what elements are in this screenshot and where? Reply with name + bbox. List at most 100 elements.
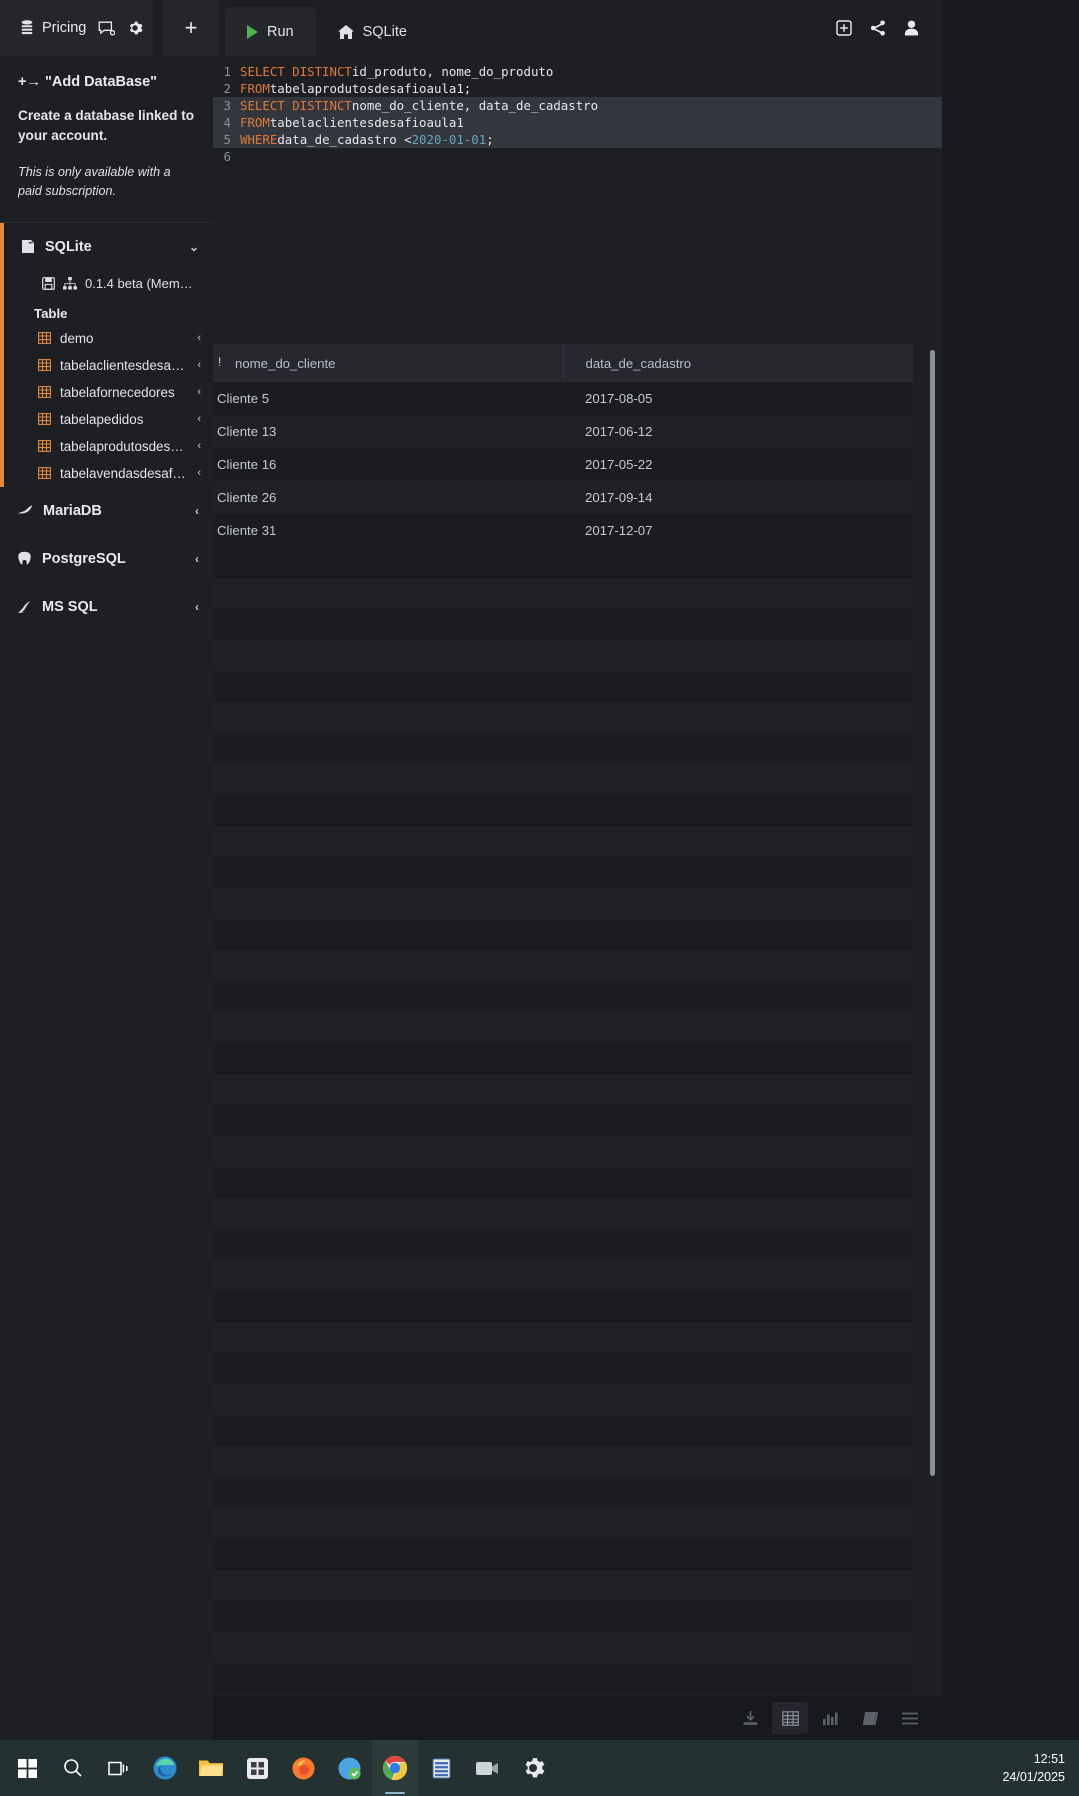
- sidebar-item-mariadb[interactable]: MariaDB ‹: [0, 487, 213, 535]
- chevron-left-icon[interactable]: ‹: [195, 600, 199, 614]
- column-label: nome_do_cliente: [235, 355, 336, 371]
- code-token-number: 2020-01-01: [411, 132, 487, 147]
- table-row[interactable]: Cliente 26 2017-09-14: [213, 481, 913, 514]
- pricing-link[interactable]: Pricing: [20, 20, 86, 36]
- column-header-nome-do-cliente[interactable]: ! nome_do_cliente: [213, 344, 563, 382]
- chart-view-icon[interactable]: [812, 1702, 848, 1734]
- column-header-data-de-cadastro[interactable]: data_de_cadastro: [562, 344, 913, 382]
- share-icon[interactable]: [870, 20, 886, 36]
- cell-empty: [563, 1229, 913, 1260]
- book-icon[interactable]: [852, 1702, 888, 1734]
- store-icon[interactable]: [234, 1740, 280, 1796]
- sidebar-item-mssql[interactable]: MS SQL ‹: [0, 583, 213, 631]
- table-row[interactable]: Cliente 13 2017-06-12: [213, 415, 913, 448]
- cell-empty: [563, 733, 913, 764]
- tab-run[interactable]: Run: [225, 7, 316, 56]
- code-line[interactable]: 3 SELECT DISTINCT nome_do_cliente, data_…: [213, 97, 942, 114]
- chat-icon[interactable]: [98, 21, 116, 36]
- cell-empty: [563, 919, 913, 950]
- taskbar-clock[interactable]: 12:51 24/01/2025: [1002, 1750, 1079, 1786]
- sync-icon[interactable]: [326, 1740, 372, 1796]
- sidebar-item-postgresql[interactable]: PostgreSQL ‹: [0, 535, 213, 583]
- chevron-left-icon[interactable]: ‹: [195, 552, 199, 566]
- cell-empty: [563, 1136, 913, 1167]
- table-icon: [38, 386, 51, 399]
- teams-icon[interactable]: [464, 1740, 510, 1796]
- add-database-label[interactable]: +→ "Add DataBase": [18, 74, 195, 90]
- cell-empty: [563, 1446, 913, 1477]
- cell-empty: [213, 795, 563, 826]
- sidebar-section-postgresql: PostgreSQL ‹: [0, 535, 213, 583]
- sidebar-item-sqlite[interactable]: SQLite ⌄: [4, 223, 213, 271]
- code-line[interactable]: 5 WHERE data_de_cadastro < 2020-01-01 ;: [213, 131, 942, 148]
- cell-empty: [213, 609, 563, 640]
- account-icon[interactable]: [904, 20, 919, 36]
- sidebar-table-demo[interactable]: demo ‹: [4, 325, 213, 352]
- search-icon[interactable]: [50, 1740, 96, 1796]
- table-group-label: Table: [34, 305, 68, 321]
- sidebar-table-tabelaprodutosdesafioaula1[interactable]: tabelaprodutosdesafioa… ‹: [4, 433, 213, 460]
- code-line[interactable]: 2 FROM tabelaprodutosdesafioaula1;: [213, 80, 942, 97]
- code-line[interactable]: 1 SELECT DISTINCT id_produto, nome_do_pr…: [213, 63, 942, 80]
- chevron-left-icon[interactable]: ‹: [195, 504, 199, 518]
- windows-start-icon[interactable]: [4, 1740, 50, 1796]
- settings-icon[interactable]: [510, 1740, 556, 1796]
- excel-icon[interactable]: [418, 1740, 464, 1796]
- sql-editor[interactable]: 1 SELECT DISTINCT id_produto, nome_do_pr…: [213, 56, 942, 231]
- sidebar-table-label: tabelaprodutosdesafioa…: [60, 438, 188, 454]
- code-token-keyword: FROM: [240, 81, 270, 96]
- sidebar-table-tabelafornecedores[interactable]: tabelafornecedores ‹: [4, 379, 213, 406]
- new-tab-button[interactable]: +: [163, 0, 219, 56]
- results-table: ! nome_do_cliente data_de_cadastro Client…: [213, 344, 913, 1694]
- gear-icon[interactable]: [127, 20, 143, 36]
- sidebar-table-label: tabelaclientesdesafioau…: [60, 357, 188, 373]
- sidebar-table-tabelavendasdesafioaula1[interactable]: tabelavendasdesafioaul… ‹: [4, 460, 213, 487]
- results-toolbar: [213, 1696, 942, 1740]
- code-token-keyword: SELECT DISTINCT: [240, 98, 352, 113]
- cell-empty: [563, 1291, 913, 1322]
- chrome-icon[interactable]: [372, 1740, 418, 1796]
- table-row[interactable]: Cliente 31 2017-12-07: [213, 514, 913, 547]
- task-view-icon[interactable]: [96, 1740, 142, 1796]
- chevron-left-icon[interactable]: ‹: [197, 332, 201, 344]
- table-row-empty: [213, 1353, 913, 1384]
- code-line[interactable]: 4 FROM tabelaclientesdesafioaula1: [213, 114, 942, 131]
- cell-data-de-cadastro: 2017-08-05: [585, 391, 653, 406]
- table-row-empty: [213, 547, 913, 578]
- cell-empty: [213, 1074, 563, 1105]
- chevron-left-icon[interactable]: ‹: [197, 359, 201, 371]
- firefox-icon[interactable]: [280, 1740, 326, 1796]
- sidebar-table-tabelapedidos[interactable]: tabelapedidos ‹: [4, 406, 213, 433]
- cell-empty: [213, 857, 563, 888]
- results-scrollbar[interactable]: [930, 350, 935, 1476]
- chevron-left-icon[interactable]: ‹: [197, 467, 201, 479]
- table-row[interactable]: Cliente 5 2017-08-05: [213, 382, 913, 415]
- add-box-icon[interactable]: [836, 20, 852, 36]
- chevron-left-icon[interactable]: ‹: [197, 386, 201, 398]
- chevron-left-icon[interactable]: ‹: [197, 413, 201, 425]
- edge-icon[interactable]: [142, 1740, 188, 1796]
- line-number: 4: [223, 115, 231, 130]
- table-row-empty: [213, 1446, 913, 1477]
- table-row[interactable]: Cliente 16 2017-05-22: [213, 448, 913, 481]
- chevron-left-icon[interactable]: ‹: [197, 440, 201, 452]
- sidebar-section-mariadb: MariaDB ‹: [0, 487, 213, 535]
- menu-icon[interactable]: [892, 1702, 928, 1734]
- promo-note: This is only available with a paid subsc…: [18, 165, 171, 198]
- cell-data-de-cadastro: 2017-06-12: [585, 424, 653, 439]
- table-row-empty: [213, 1043, 913, 1074]
- code-line[interactable]: 6: [213, 148, 942, 165]
- cell-empty: [213, 1570, 563, 1601]
- cell-nome-do-cliente: Cliente 5: [217, 391, 270, 406]
- cell-empty: [563, 950, 913, 981]
- sqlite-version-row[interactable]: 0.1.4 beta (Mem…: [4, 271, 213, 300]
- cell-empty: [213, 671, 563, 702]
- download-icon[interactable]: [732, 1702, 768, 1734]
- chevron-down-icon[interactable]: ⌄: [189, 240, 199, 254]
- table-icon: [38, 359, 51, 372]
- sidebar-sqlite-label: SQLite: [45, 238, 92, 255]
- file-explorer-icon[interactable]: [188, 1740, 234, 1796]
- sidebar-table-tabelaclientesdesafioaula1[interactable]: tabelaclientesdesafioau… ‹: [4, 352, 213, 379]
- table-view-icon[interactable]: [772, 1702, 808, 1734]
- tab-sqlite[interactable]: SQLite: [316, 7, 429, 56]
